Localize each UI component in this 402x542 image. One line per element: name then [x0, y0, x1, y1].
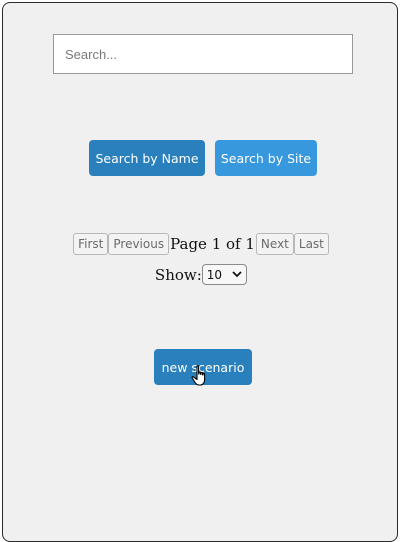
main-panel: Search by Name Search by Site First Prev…	[2, 2, 398, 542]
previous-page-button[interactable]: Previous	[108, 233, 170, 255]
new-scenario-button[interactable]: new scenario	[154, 349, 252, 385]
first-page-button[interactable]: First	[73, 233, 109, 255]
next-page-button[interactable]: Next	[255, 233, 294, 255]
search-by-name-button[interactable]: Search by Name	[89, 140, 205, 176]
search-by-site-button[interactable]: Search by Site	[215, 140, 317, 176]
pagination: First Previous Page 1 of 1 Next Last	[3, 233, 399, 255]
page-size-select[interactable]: 10	[201, 264, 248, 285]
show-label: Show:	[154, 265, 202, 284]
chevron-down-icon	[232, 269, 242, 280]
page-size-control: Show: 10	[3, 264, 399, 285]
page-size-value: 10	[206, 267, 223, 282]
search-input[interactable]	[53, 34, 353, 74]
page-indicator: Page 1 of 1	[170, 235, 255, 253]
last-page-button[interactable]: Last	[293, 233, 329, 255]
